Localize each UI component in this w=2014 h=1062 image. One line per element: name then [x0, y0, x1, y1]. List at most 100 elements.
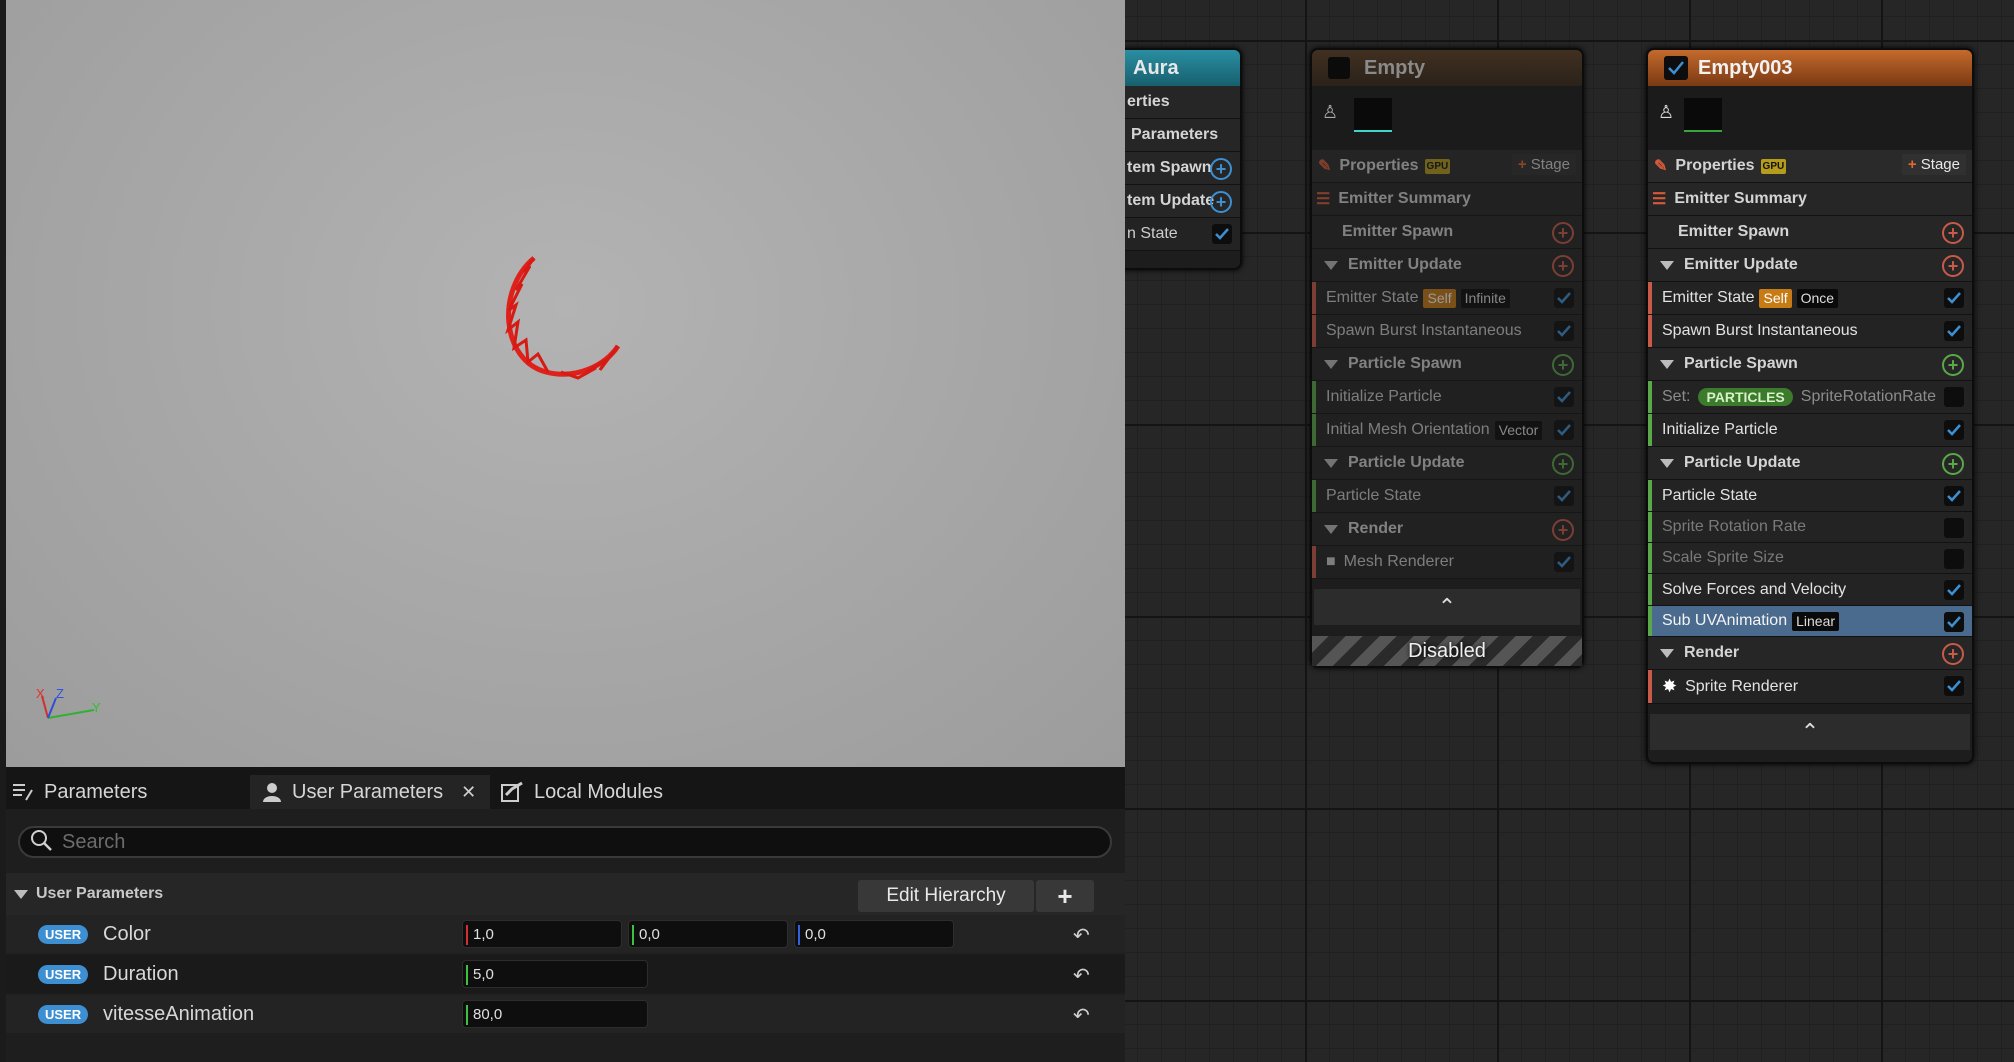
- user-parameters-section-header[interactable]: User Parameters Edit Hierarchy +: [6, 873, 1125, 915]
- collapse-button[interactable]: ⌃: [1314, 589, 1580, 625]
- enabled-checkbox: [1554, 552, 1574, 572]
- color-g-field[interactable]: 0,0: [628, 920, 788, 948]
- search-icon: [30, 829, 52, 856]
- emitter-node-empty[interactable]: Empty ♙ ✎ Properties GPU + Stage ☰ Emitter …: [1310, 48, 1584, 668]
- vitesse-field[interactable]: 80,0: [462, 1000, 648, 1028]
- aura-row[interactable]: tem Update +: [1125, 185, 1240, 218]
- emitter-node-empty003[interactable]: Empty003 ♙ ✎ Properties GPU + Stage ☰ Emitt…: [1646, 48, 1974, 764]
- empty-emitter-state[interactable]: Emitter State Self Infinite: [1312, 282, 1582, 315]
- empty003-particle-update[interactable]: Particle Update +: [1648, 447, 1972, 480]
- aura-title: Aura: [1125, 50, 1240, 86]
- collapse-arrow-icon[interactable]: [14, 889, 28, 899]
- tab-parameters[interactable]: Parameters: [12, 775, 252, 809]
- add-module-icon: +: [1942, 643, 1964, 665]
- empty-particle-spawn[interactable]: Particle Spawn +: [1312, 348, 1582, 381]
- empty-emitter-spawn[interactable]: Emitter Spawn +: [1312, 216, 1582, 249]
- empty-render[interactable]: Render +: [1312, 513, 1582, 546]
- sprite-icon: ✸: [1662, 676, 1678, 696]
- aura-row[interactable]: tem Spawn +: [1125, 152, 1240, 185]
- empty-particle-update[interactable]: Particle Update +: [1312, 447, 1582, 480]
- section-label: User Parameters: [36, 885, 164, 902]
- system-node-aura[interactable]: Aura erties Parameters tem Spawn + tem Up…: [1125, 48, 1242, 270]
- empty003-spawn-burst[interactable]: Spawn Burst Instantaneous: [1648, 315, 1972, 348]
- empty-spawn-burst[interactable]: Spawn Burst Instantaneous: [1312, 315, 1582, 348]
- empty-mesh-renderer[interactable]: ■ Mesh Renderer: [1312, 546, 1582, 579]
- add-stage-button: + Stage: [1901, 154, 1966, 175]
- properties-icon: ✎: [1654, 158, 1668, 175]
- enabled-checkbox: [1944, 288, 1964, 308]
- empty003-emitter-spawn[interactable]: Emitter Spawn +: [1648, 216, 1972, 249]
- reset-icon[interactable]: ↶: [1073, 923, 1090, 948]
- empty003-header: Empty003: [1648, 50, 1972, 86]
- empty-thumbnail-row: ♙: [1312, 86, 1582, 150]
- empty003-properties-row[interactable]: ✎ Properties GPU + Stage: [1648, 150, 1972, 183]
- enabled-checkbox: [1944, 321, 1964, 341]
- enabled-checkbox: [1944, 612, 1964, 632]
- summary-icon: ☰: [1316, 191, 1331, 208]
- empty-title: Empty: [1364, 56, 1426, 79]
- empty003-sprite-rotation-rate[interactable]: Sprite Rotation Rate: [1648, 512, 1972, 543]
- add-module-icon: +: [1942, 354, 1964, 376]
- empty003-emitter-update[interactable]: Emitter Update +: [1648, 249, 1972, 282]
- param-row-duration: USER Duration 5,0 ↶: [6, 955, 1125, 993]
- axis-z-label: Z: [56, 688, 64, 701]
- add-parameter-button[interactable]: +: [1036, 880, 1094, 912]
- add-module-icon: +: [1552, 354, 1574, 376]
- tab-bar: Parameters User Parameters ✕ Local Modul…: [6, 767, 1125, 809]
- aura-row[interactable]: Parameters: [1125, 119, 1240, 152]
- param-name: Color: [103, 923, 151, 945]
- empty-properties-row[interactable]: ✎ Properties GPU + Stage: [1312, 150, 1582, 183]
- tab-local-modules[interactable]: Local Modules: [500, 775, 760, 809]
- user-badge: USER: [38, 965, 89, 984]
- search-input[interactable]: [62, 830, 1062, 854]
- axis-x-label: X: [36, 688, 45, 701]
- mesh-icon: ■: [1326, 553, 1336, 570]
- enable-emitter-checkbox[interactable]: [1328, 57, 1350, 79]
- enabled-checkbox: [1944, 676, 1964, 696]
- add-module-icon: +: [1552, 453, 1574, 475]
- close-tab-icon[interactable]: ✕: [461, 782, 476, 803]
- empty003-set-rotation[interactable]: Set: PARTICLES SpriteRotationRate: [1648, 381, 1972, 414]
- empty003-summary-row[interactable]: ☰ Emitter Summary: [1648, 183, 1972, 216]
- node-graph[interactable]: Aura erties Parameters tem Spawn + tem Up…: [1125, 0, 2014, 1062]
- empty003-scale-sprite-size[interactable]: Scale Sprite Size: [1648, 543, 1972, 574]
- red-arc-effect: [505, 256, 621, 380]
- reset-icon[interactable]: ↶: [1073, 963, 1090, 988]
- reset-icon[interactable]: ↶: [1073, 1003, 1090, 1028]
- empty003-init-particle[interactable]: Initialize Particle: [1648, 414, 1972, 447]
- user-icon: [262, 781, 282, 803]
- color-r-field[interactable]: 1,0: [462, 920, 622, 948]
- axis-y-label: Y: [92, 700, 101, 715]
- tab-user-parameters[interactable]: User Parameters ✕: [250, 775, 490, 809]
- color-b-field[interactable]: 0,0: [794, 920, 954, 948]
- empty003-sprite-renderer[interactable]: ✸ Sprite Renderer: [1648, 670, 1972, 704]
- empty-init-particle[interactable]: Initialize Particle: [1312, 381, 1582, 414]
- empty-emitter-update[interactable]: Emitter Update +: [1312, 249, 1582, 282]
- aura-row[interactable]: n State: [1125, 218, 1240, 251]
- empty003-emitter-state[interactable]: Emitter State Self Once: [1648, 282, 1972, 315]
- empty003-render[interactable]: Render +: [1648, 637, 1972, 670]
- empty-init-mesh[interactable]: Initial Mesh Orientation Vector: [1312, 414, 1582, 447]
- collapse-button[interactable]: ⌃: [1650, 714, 1970, 750]
- empty-particle-state[interactable]: Particle State: [1312, 480, 1582, 513]
- empty003-particle-state[interactable]: Particle State: [1648, 480, 1972, 512]
- user-badge: USER: [38, 925, 89, 944]
- enabled-checkbox: [1554, 387, 1574, 407]
- aura-row[interactable]: erties: [1125, 86, 1240, 119]
- empty003-sub-uv-animation[interactable]: Sub UVAnimation Linear: [1648, 606, 1972, 637]
- duration-field[interactable]: 5,0: [462, 960, 648, 988]
- enable-emitter-checkbox[interactable]: [1664, 56, 1688, 80]
- add-stage-button: + Stage: [1511, 154, 1576, 175]
- edit-hierarchy-button[interactable]: Edit Hierarchy: [858, 880, 1034, 912]
- local-modules-icon: [500, 781, 524, 803]
- thumbnail: [1684, 98, 1722, 132]
- param-name: vitesseAnimation: [103, 1003, 255, 1025]
- empty-summary-row[interactable]: ☰ Emitter Summary: [1312, 183, 1582, 216]
- empty003-title: Empty003: [1698, 56, 1793, 79]
- empty003-particle-spawn[interactable]: Particle Spawn +: [1648, 348, 1972, 381]
- tab-local-modules-label: Local Modules: [534, 780, 663, 803]
- empty003-solve-forces[interactable]: Solve Forces and Velocity: [1648, 574, 1972, 606]
- disabled-checkbox: [1944, 549, 1964, 569]
- preview-viewport[interactable]: X Z Y: [6, 0, 1125, 767]
- tab-parameters-label: Parameters: [44, 780, 148, 803]
